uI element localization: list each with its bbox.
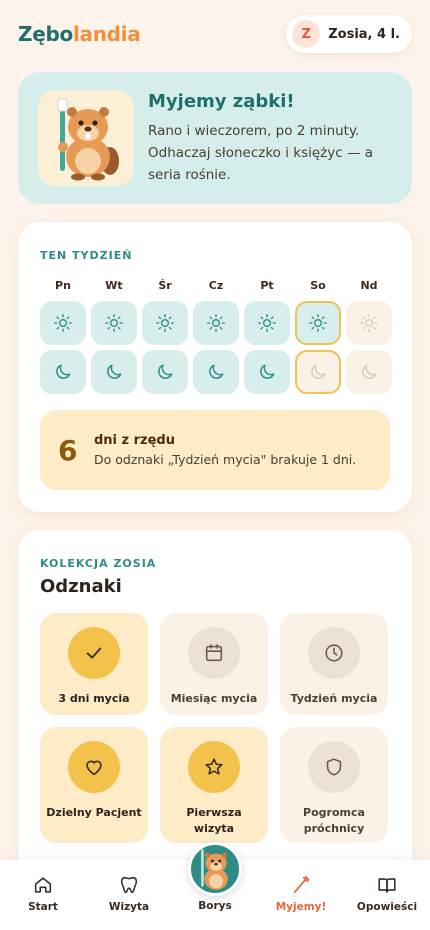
sun-icon: [308, 313, 328, 333]
nav-item-home[interactable]: Start: [0, 860, 86, 930]
logo-part-1: Zębo: [18, 22, 73, 46]
morning-slot-Śr[interactable]: [142, 301, 188, 345]
nav-label: Start: [28, 901, 58, 913]
moon-icon: [206, 362, 226, 382]
evening-slot-Pn[interactable]: [40, 350, 86, 394]
nav-label: Wizyta: [108, 901, 150, 913]
badge-label: Tydzień mycia: [290, 692, 378, 705]
sun-icon: [104, 313, 124, 333]
profile-switcher[interactable]: Z Zosia, 4 l.: [286, 15, 412, 53]
nav-label: Opowieści: [356, 901, 418, 913]
home-icon: [32, 874, 54, 896]
morning-slot-Wt[interactable]: [91, 301, 137, 345]
weekday-label: Wt: [105, 279, 123, 292]
moon-icon: [308, 362, 328, 382]
heart-icon: [68, 741, 120, 793]
hero-text: Myjemy ząbki! Rano i wieczorem, po 2 min…: [148, 91, 392, 186]
check-icon: [68, 627, 120, 679]
hero-title: Myjemy ząbki!: [148, 90, 295, 112]
app-header: Zębolandia Z Zosia, 4 l.: [18, 14, 412, 54]
nav-label: Myjemy!: [275, 901, 327, 913]
streak-text: dni z rzędu Do odznaki „Tydzień mycia" b…: [94, 433, 356, 467]
badge-tile[interactable]: 3 dni mycia: [40, 613, 148, 715]
badge-tile[interactable]: Pogromca próchnicy: [280, 727, 388, 843]
moon-icon: [359, 362, 379, 382]
book-icon: [376, 874, 398, 896]
beaver-icon[interactable]: [188, 842, 242, 896]
streak-box: 6 dni z rzędu Do odznaki „Tydzień mycia"…: [40, 410, 390, 490]
app-logo[interactable]: Zębolandia: [18, 22, 141, 46]
weekday-label: Pn: [55, 279, 71, 292]
evening-slot-Wt[interactable]: [91, 350, 137, 394]
sun-icon: [257, 313, 277, 333]
morning-slot-Nd[interactable]: [346, 301, 392, 345]
morning-slot-Cz[interactable]: [193, 301, 239, 345]
clock-icon: [308, 627, 360, 679]
badge-label: Miesiąc mycia: [170, 692, 258, 705]
tooth-icon: [118, 874, 140, 896]
nav-item-toothbrush[interactable]: Myjemy!: [258, 860, 344, 930]
moon-icon: [257, 362, 277, 382]
sun-icon: [53, 313, 73, 333]
sun-icon: [359, 313, 379, 333]
avatar: Z: [292, 20, 321, 48]
badges-title: Odznaki: [40, 576, 122, 597]
brushing-grid: [40, 301, 392, 394]
evening-slot-Nd[interactable]: [346, 350, 392, 394]
weekday-label: Pt: [260, 279, 274, 292]
week-tracker-card: TEN TYDZIEŃ Pn Wt Śr Cz Pt So Nd 6 dni z rzędu…: [18, 222, 412, 512]
nav-label-borys[interactable]: Borys: [186, 900, 244, 912]
beaver-with-toothbrush-icon: [38, 90, 134, 186]
evening-slot-Śr[interactable]: [142, 350, 188, 394]
evening-slot-Cz[interactable]: [193, 350, 239, 394]
sun-icon: [155, 313, 175, 333]
star-icon: [188, 741, 240, 793]
badge-label: 3 dni mycia: [58, 692, 130, 705]
weekday-label: Nd: [360, 279, 378, 292]
badge-grid: 3 dni mycia Miesiąc mycia Tydzień mycia Dzi…: [40, 613, 388, 843]
badge-label: Pogromca próchnicy: [303, 806, 365, 835]
nav-item-tooth[interactable]: Wizyta: [86, 860, 172, 930]
morning-slot-So[interactable]: [295, 301, 341, 345]
weekday-header: Pn Wt Śr Cz Pt So Nd: [40, 279, 392, 292]
evening-slot-Pt[interactable]: [244, 350, 290, 394]
badges-label: KOLEKCJA ZOSIA: [40, 557, 157, 570]
badge-tile[interactable]: Dzielny Pacjent: [40, 727, 148, 843]
hero-card: Myjemy ząbki! Rano i wieczorem, po 2 min…: [18, 72, 412, 204]
page: Zębolandia Z Zosia, 4 l. Myjemy ząbki! R…: [0, 0, 430, 930]
calendar-icon: [188, 627, 240, 679]
streak-description: Do odznaki „Tydzień mycia" brakuje 1 dni…: [94, 452, 357, 467]
moon-icon: [155, 362, 175, 382]
morning-slot-Pt[interactable]: [244, 301, 290, 345]
moon-icon: [53, 362, 73, 382]
sun-icon: [206, 313, 226, 333]
badge-label: Dzielny Pacjent: [46, 806, 142, 819]
weekday-label: So: [310, 279, 326, 292]
hero-description: Rano i wieczorem, po 2 minuty. Odhaczaj …: [148, 122, 374, 183]
morning-slot-Pn[interactable]: [40, 301, 86, 345]
weekday-label: Cz: [208, 279, 224, 292]
profile-name: Zosia, 4 l.: [328, 26, 400, 42]
nav-item-book[interactable]: Opowieści: [344, 860, 430, 930]
weekday-label: Śr: [158, 279, 172, 292]
badge-label: Pierwsza wizyta: [186, 806, 242, 835]
toothbrush-icon: [290, 874, 312, 896]
shield-icon: [308, 741, 360, 793]
moon-icon: [104, 362, 124, 382]
badge-tile[interactable]: Pierwsza wizyta: [160, 727, 268, 843]
streak-title: dni z rzędu: [94, 433, 175, 448]
badge-tile[interactable]: Tydzień mycia: [280, 613, 388, 715]
evening-slot-So[interactable]: [295, 350, 341, 394]
streak-number: 6: [58, 433, 78, 467]
week-label: TEN TYDZIEŃ: [40, 249, 133, 262]
badge-tile[interactable]: Miesiąc mycia: [160, 613, 268, 715]
logo-part-2: landia: [72, 22, 141, 46]
